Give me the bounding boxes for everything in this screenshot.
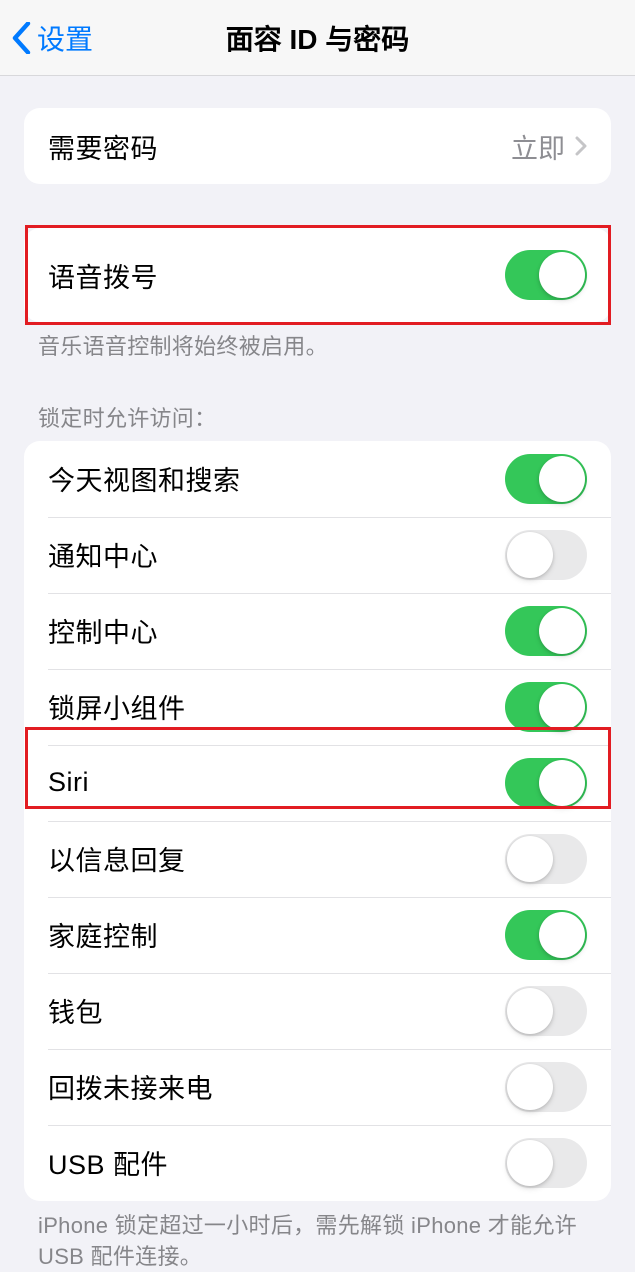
lock-access-row: 回拨未接来电	[24, 1049, 611, 1125]
require-passcode-value: 立即	[511, 127, 565, 166]
lock-access-toggle[interactable]	[505, 834, 587, 884]
passcode-group: 需要密码 立即	[24, 108, 611, 184]
lock-access-row: 以信息回复	[24, 821, 611, 897]
back-button[interactable]: 设置	[0, 18, 93, 58]
require-passcode-row[interactable]: 需要密码 立即	[24, 108, 611, 184]
lock-access-label: 回拨未接来电	[48, 1067, 505, 1106]
lock-access-row: 钱包	[24, 973, 611, 1049]
lock-access-row: 今天视图和搜索	[24, 441, 611, 517]
lock-access-row: 通知中心	[24, 517, 611, 593]
lock-access-toggle[interactable]	[505, 454, 587, 504]
back-label: 设置	[37, 18, 93, 58]
lock-access-group: 今天视图和搜索通知中心控制中心锁屏小组件 Siri 以信息回复家庭控制钱包回拨未接来…	[24, 441, 611, 1201]
lock-access-toggle[interactable]	[505, 606, 587, 656]
usb-footer: iPhone 锁定超过一小时后，需先解锁 iPhone 才能允许USB 配件连接…	[0, 1201, 635, 1272]
lock-access-label: 家庭控制	[48, 915, 505, 954]
voice-dial-toggle[interactable]	[505, 250, 587, 300]
chevron-right-icon	[575, 136, 587, 156]
lock-access-row: 锁屏小组件	[24, 669, 611, 745]
lock-access-label: 通知中心	[48, 535, 505, 574]
lock-access-label: 锁屏小组件	[48, 687, 505, 726]
lock-access-label: 钱包	[48, 991, 505, 1030]
lock-access-row: 家庭控制	[24, 897, 611, 973]
lock-access-row: Siri	[24, 745, 611, 821]
lock-access-row: USB 配件	[24, 1125, 611, 1201]
voice-dial-label: 语音拨号	[48, 256, 505, 295]
lock-access-label: 今天视图和搜索	[48, 459, 505, 498]
lock-access-toggle[interactable]	[505, 910, 587, 960]
lock-access-toggle[interactable]	[505, 1138, 587, 1188]
lock-access-toggle[interactable]	[505, 682, 587, 732]
lock-access-toggle[interactable]	[505, 986, 587, 1036]
lock-access-toggle[interactable]	[505, 758, 587, 808]
voice-dial-row: 语音拨号	[24, 228, 611, 322]
chevron-left-icon	[12, 22, 31, 54]
page-title: 面容 ID 与密码	[226, 18, 410, 58]
lock-access-label: Siri	[48, 767, 505, 798]
lock-access-label: 以信息回复	[48, 839, 505, 878]
voice-dial-group: 语音拨号	[24, 228, 611, 322]
lock-access-header: 锁定时允许访问：	[0, 363, 635, 441]
voice-dial-footer: 音乐语音控制将始终被启用。	[0, 322, 635, 363]
lock-access-row: 控制中心	[24, 593, 611, 669]
lock-access-toggle[interactable]	[505, 1062, 587, 1112]
lock-access-label: 控制中心	[48, 611, 505, 650]
lock-access-label: USB 配件	[48, 1143, 505, 1182]
require-passcode-label: 需要密码	[48, 127, 511, 166]
lock-access-toggle[interactable]	[505, 530, 587, 580]
navigation-bar: 设置 面容 ID 与密码	[0, 0, 635, 76]
